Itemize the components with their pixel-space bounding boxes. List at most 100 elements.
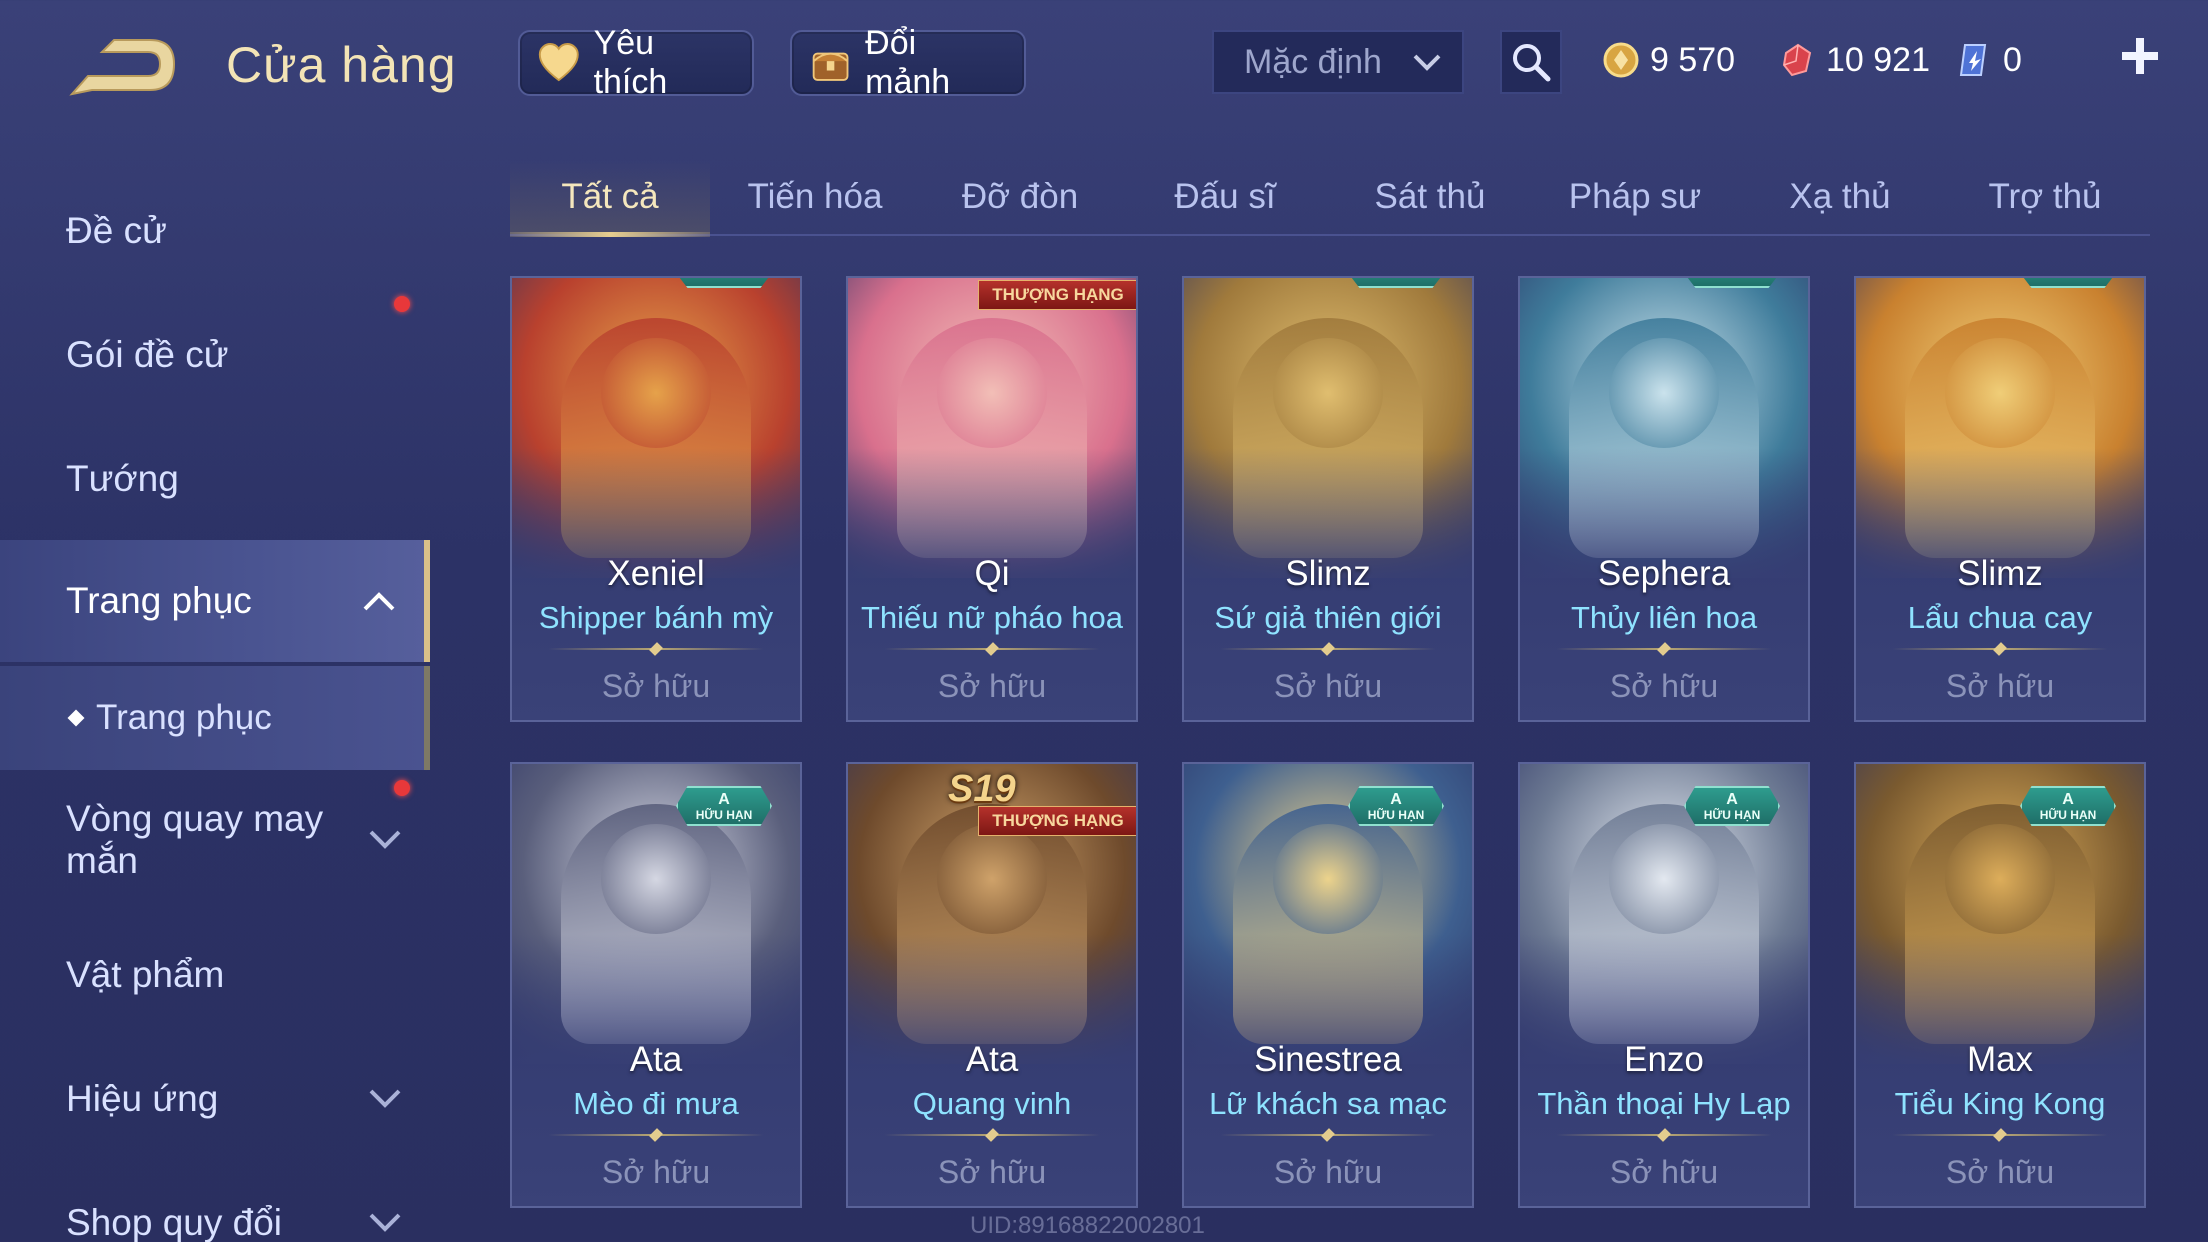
tab-evolution[interactable]: Tiến hóa	[715, 160, 915, 234]
divider	[548, 642, 764, 656]
hero-name: Sinestrea	[1254, 1040, 1402, 1079]
back-button[interactable]	[62, 30, 180, 104]
skin-card[interactable]: HỮU HẠN Xeniel Shipper bánh mỳ Sở hữu	[510, 276, 802, 722]
divider	[1220, 1128, 1436, 1142]
skin-name: Lữ khách sa mạc	[1209, 1086, 1447, 1121]
notification-dot	[394, 780, 410, 796]
favorites-button[interactable]: Yêu thích	[518, 24, 754, 101]
heart-icon	[538, 43, 579, 82]
favorites-label: Yêu thích	[593, 24, 668, 101]
tab-marksman[interactable]: Xạ thủ	[1740, 160, 1940, 234]
tab-tank[interactable]: Đỡ đòn	[920, 160, 1120, 234]
sidebar-item-label: Hiệu ứng	[66, 1078, 219, 1119]
skin-card[interactable]: A HỮU HẠN Max Tiểu King Kong Sở hữu	[1854, 762, 2146, 1208]
top-bar: Cửa hàng Yêu thích Đổi mảnh Mặc định 9 5…	[0, 0, 2208, 130]
skin-name: Tiểu King Kong	[1894, 1086, 2106, 1121]
skin-name: Thiếu nữ pháo hoa	[860, 600, 1124, 635]
owned-status: Sở hữu	[1609, 1154, 1719, 1190]
tab-fighter[interactable]: Đấu sĩ	[1125, 160, 1325, 234]
limited-badge: HỮU HẠN	[2020, 278, 2116, 288]
skin-card[interactable]: HỮU HẠN Slimz Lẩu chua cay Sở hữu	[1854, 276, 2146, 722]
tab-assassin[interactable]: Sát thủ	[1330, 160, 1530, 234]
owned-status: Sở hữu	[1945, 1154, 2055, 1190]
hero-name: Ata	[965, 1040, 1019, 1079]
sidebar-item-items[interactable]: Vật phẩm	[0, 914, 430, 1036]
limited-badge: A HỮU HẠN	[1684, 786, 1780, 826]
exchange-shards-button[interactable]: Đổi mảnh	[790, 24, 1026, 101]
sidebar-item-featured[interactable]: Đề cử	[0, 170, 430, 292]
add-currency-button[interactable]	[2118, 34, 2162, 78]
sidebar-item-effects[interactable]: Hiệu ứng	[0, 1038, 430, 1160]
hero-name: Ata	[629, 1040, 683, 1079]
gold-amount: 9 570	[1650, 40, 1736, 79]
uid-watermark: UID:891688220028​01	[970, 1212, 1205, 1239]
chevron-down-icon	[369, 1089, 401, 1108]
divider	[1892, 642, 2108, 656]
skin-card[interactable]: THƯỢNG HẠNG Qi Thiếu nữ pháo hoa Sở hữu	[846, 276, 1138, 722]
ruby-balance: 10 921	[1778, 30, 1930, 90]
ruby-icon	[1782, 43, 1812, 77]
plus-icon	[2122, 38, 2158, 74]
limited-badge: HỮU HẠN	[676, 278, 772, 288]
hero-name: Enzo	[1624, 1040, 1704, 1079]
skin-name: Quang vinh	[912, 1086, 1072, 1121]
gold-balance: 9 570	[1602, 30, 1735, 90]
sidebar-item-label: Vật phẩm	[66, 954, 225, 995]
skin-grid: HỮU HẠN Xeniel Shipper bánh mỳ Sở hữu TH…	[510, 276, 2150, 1242]
chest-icon	[812, 52, 849, 81]
sidebar-item-bundles[interactable]: Gói đề cử	[0, 294, 430, 416]
skin-card[interactable]: HỮU HẠN Sephera Thủy liên hoa Sở hữu	[1518, 276, 1810, 722]
sidebar-item-lucky-wheel[interactable]: Vòng quay may mắn	[0, 772, 430, 908]
chevron-up-icon	[363, 592, 395, 611]
owned-status: Sở hữu	[1609, 668, 1719, 704]
owned-status: Sở hữu	[601, 668, 711, 704]
owned-status: Sở hữu	[937, 1154, 1047, 1190]
sort-dropdown[interactable]: Mặc định	[1212, 30, 1464, 94]
sidebar-item-label: Gói đề cử	[66, 334, 229, 375]
skin-card[interactable]: A HỮU HẠN Enzo Thần thoại Hy Lạp Sở hữu	[1518, 762, 1810, 1208]
bullet-icon	[67, 709, 85, 727]
sidebar-item-label: Shop quy đổi	[66, 1202, 283, 1242]
skin-card[interactable]: A HỮU HẠN Ata Mèo đi mưa Sở hữu	[510, 762, 802, 1208]
notification-dot	[394, 296, 410, 312]
season-badge: S19	[948, 768, 1016, 810]
hero-name: Slimz	[1285, 554, 1371, 593]
back-arrow-icon	[69, 39, 176, 96]
chevron-down-icon	[369, 1213, 401, 1232]
search-button[interactable]	[1500, 30, 1562, 94]
sidebar: Đề cử Gói đề cử Tướng Trang phục Trang p…	[0, 170, 432, 1242]
skin-name: Mèo đi mưa	[573, 1086, 739, 1121]
sidebar-subitem-skins[interactable]: Trang phục	[0, 666, 430, 770]
skin-name: Shipper bánh mỳ	[538, 600, 774, 635]
divider	[884, 642, 1100, 656]
page-title: Cửa hàng	[226, 37, 457, 93]
skin-card[interactable]: HỮU HẠN Slimz Sứ giả thiên giới Sở hữu	[1182, 276, 1474, 722]
sidebar-item-label: Tướng	[66, 458, 179, 499]
skin-card[interactable]: S19 THƯỢNG HẠNG Ata Quang vinh Sở hữu	[846, 762, 1138, 1208]
divider	[1220, 642, 1436, 656]
premium-badge: THƯỢNG HẠNG	[978, 280, 1136, 310]
divider	[1892, 1128, 2108, 1142]
sidebar-item-label: Trang phục	[66, 580, 252, 621]
tab-all[interactable]: Tất cả	[510, 160, 710, 237]
sidebar-item-skins[interactable]: Trang phục	[0, 540, 430, 662]
sidebar-item-exchange-shop[interactable]: Shop quy đổi	[0, 1162, 430, 1242]
sort-value: Mặc định	[1244, 42, 1382, 81]
owned-status: Sở hữu	[1273, 668, 1383, 704]
hero-name: Slimz	[1957, 554, 2043, 593]
sidebar-item-heroes[interactable]: Tướng	[0, 418, 430, 540]
voucher-amount: 0	[2003, 40, 2022, 79]
owned-status: Sở hữu	[1945, 668, 2055, 704]
search-icon	[1513, 44, 1551, 82]
owned-status: Sở hữu	[937, 668, 1047, 704]
exchange-label: Đổi mảnh	[865, 24, 951, 101]
owned-status: Sở hữu	[601, 1154, 711, 1190]
voucher-balance: 0	[1955, 30, 2022, 90]
tab-support[interactable]: Trợ thủ	[1945, 160, 2145, 234]
skin-card[interactable]: A HỮU HẠN Sinestrea Lữ khách sa mạc Sở hữ…	[1182, 762, 1474, 1208]
tab-mage[interactable]: Pháp sư	[1535, 160, 1735, 234]
sidebar-item-label: Trang phục	[96, 698, 272, 737]
sidebar-item-label: Đề cử	[66, 210, 167, 251]
skin-name: Thủy liên hoa	[1570, 600, 1758, 635]
divider	[1556, 642, 1772, 656]
